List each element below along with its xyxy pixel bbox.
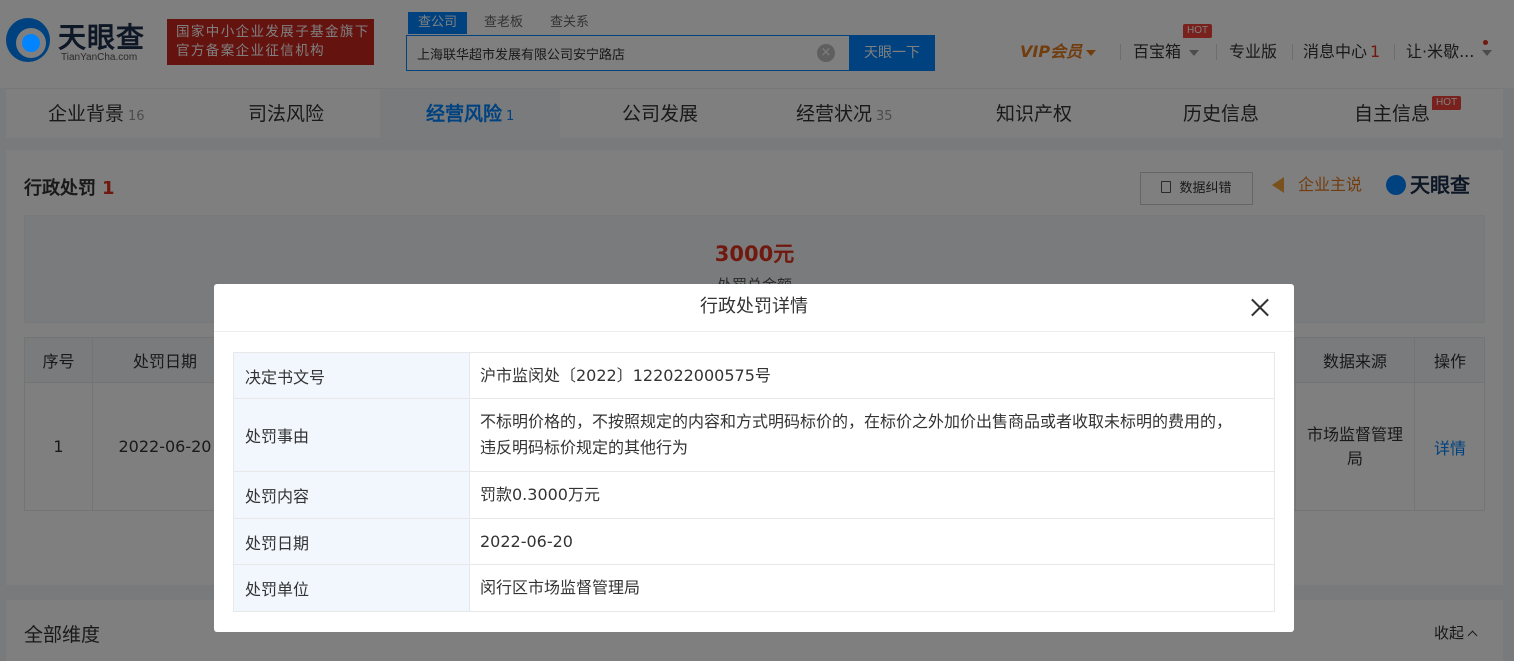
modal-title: 行政处罚详情: [700, 296, 808, 317]
detail-value: 2022-06-20: [480, 531, 573, 551]
close-icon[interactable]: [1250, 297, 1270, 317]
detail-label: 处罚事由: [234, 399, 470, 471]
penalty-detail-modal: 行政处罚详情 决定书文号 沪市监闵处〔2022〕122022000575号 处罚…: [214, 284, 1294, 632]
detail-label: 处罚内容: [234, 472, 470, 518]
detail-row-date: 处罚日期 2022-06-20: [234, 519, 1274, 565]
detail-label: 处罚日期: [234, 519, 470, 564]
detail-row-decision-number: 决定书文号 沪市监闵处〔2022〕122022000575号: [234, 353, 1274, 399]
detail-value: 沪市监闵处〔2022〕122022000575号: [480, 365, 771, 385]
detail-row-content: 处罚内容 罚款0.3000万元: [234, 472, 1274, 519]
detail-label: 决定书文号: [234, 353, 470, 398]
modal-header: 行政处罚详情: [214, 284, 1294, 332]
detail-value: 不标明价格的，不按照规定的内容和方式明码标价的，在标价之外加价出售商品或者收取未…: [480, 412, 1233, 457]
detail-value: 罚款0.3000万元: [480, 485, 600, 504]
detail-value: 闵行区市场监督管理局: [480, 578, 641, 597]
detail-row-reason: 处罚事由 不标明价格的，不按照规定的内容和方式明码标价的，在标价之外加价出售商品…: [234, 399, 1274, 472]
detail-table: 决定书文号 沪市监闵处〔2022〕122022000575号 处罚事由 不标明价…: [233, 352, 1275, 612]
detail-row-authority: 处罚单位 闵行区市场监督管理局: [234, 565, 1274, 611]
detail-label: 处罚单位: [234, 565, 470, 611]
